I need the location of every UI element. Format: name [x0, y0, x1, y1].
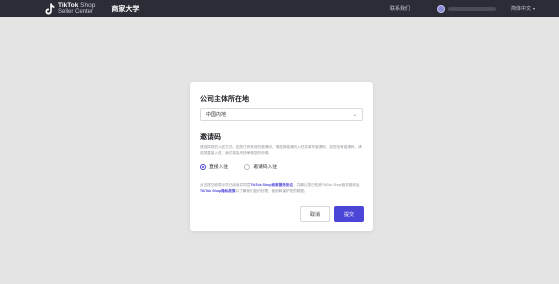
- tiktok-note-icon: [45, 3, 55, 15]
- radio-checked-icon: [200, 163, 206, 170]
- location-select[interactable]: 中国内地 ⌄: [200, 108, 363, 121]
- user-menu[interactable]: [437, 4, 496, 13]
- invite-description: 请选择您的入驻方式。如您已有有效的邀请码，请选择邀请码入驻并填写邀请码，如您没有…: [200, 145, 362, 155]
- agreement-note: 点击提交即表示您已阅读并同意TikTok Shop商家服务协议，并确认您已知悉T…: [200, 183, 363, 194]
- page-title[interactable]: 商家大学: [111, 4, 139, 14]
- logo-shop: Shop: [78, 1, 96, 9]
- submit-button[interactable]: 提交: [334, 206, 364, 222]
- top-navigation-bar: TikTok Shop Seller Center 商家大学 联系我们 简体中文…: [0, 0, 559, 17]
- agreement-text: ，并确认您已知悉TikTok Shop相关规则及: [293, 183, 360, 187]
- tiktok-shop-logo[interactable]: TikTok Shop Seller Center: [45, 1, 96, 15]
- user-name: [448, 6, 496, 11]
- contact-link[interactable]: 联系我们: [390, 5, 410, 12]
- location-select-value: 中国内地: [206, 112, 227, 118]
- logo-brand: TikTok: [58, 1, 79, 9]
- cancel-button[interactable]: 取消: [300, 206, 330, 222]
- chevron-down-icon: ▾: [532, 6, 535, 11]
- radio-unchecked-icon: [244, 163, 251, 170]
- agreement-text: 以了解我们如何处理、使用和保护您的数据。: [235, 188, 308, 193]
- language-selector[interactable]: 简体中文 ▾: [511, 0, 535, 17]
- radio-direct-entry[interactable]: 直接入驻: [200, 163, 228, 170]
- radio-label: 邀请码入驻: [253, 165, 278, 170]
- privacy-policy-link[interactable]: TikTok Shop隐私政策: [200, 189, 236, 193]
- chevron-down-icon: ⌄: [352, 111, 357, 118]
- logo-subtitle: Seller Center: [58, 8, 94, 15]
- entry-dialog: 公司主体所在地 中国内地 ⌄ 邀请码 请选择您的入驻方式。如您已有有效的邀请码，…: [190, 82, 373, 231]
- radio-label: 直接入驻: [209, 165, 229, 170]
- entry-type-radio-group: 直接入驻 邀请码入驻: [200, 163, 277, 170]
- location-title: 公司主体所在地: [200, 96, 249, 103]
- invite-code-title: 邀请码: [200, 134, 221, 141]
- avatar: [437, 4, 445, 13]
- agreement-text: 点击提交即表示您已阅读并同意: [200, 183, 251, 187]
- radio-invite-entry[interactable]: 邀请码入驻: [244, 163, 277, 170]
- service-agreement-link[interactable]: TikTok Shop商家服务协议: [250, 183, 293, 187]
- language-label: 简体中文: [510, 6, 531, 12]
